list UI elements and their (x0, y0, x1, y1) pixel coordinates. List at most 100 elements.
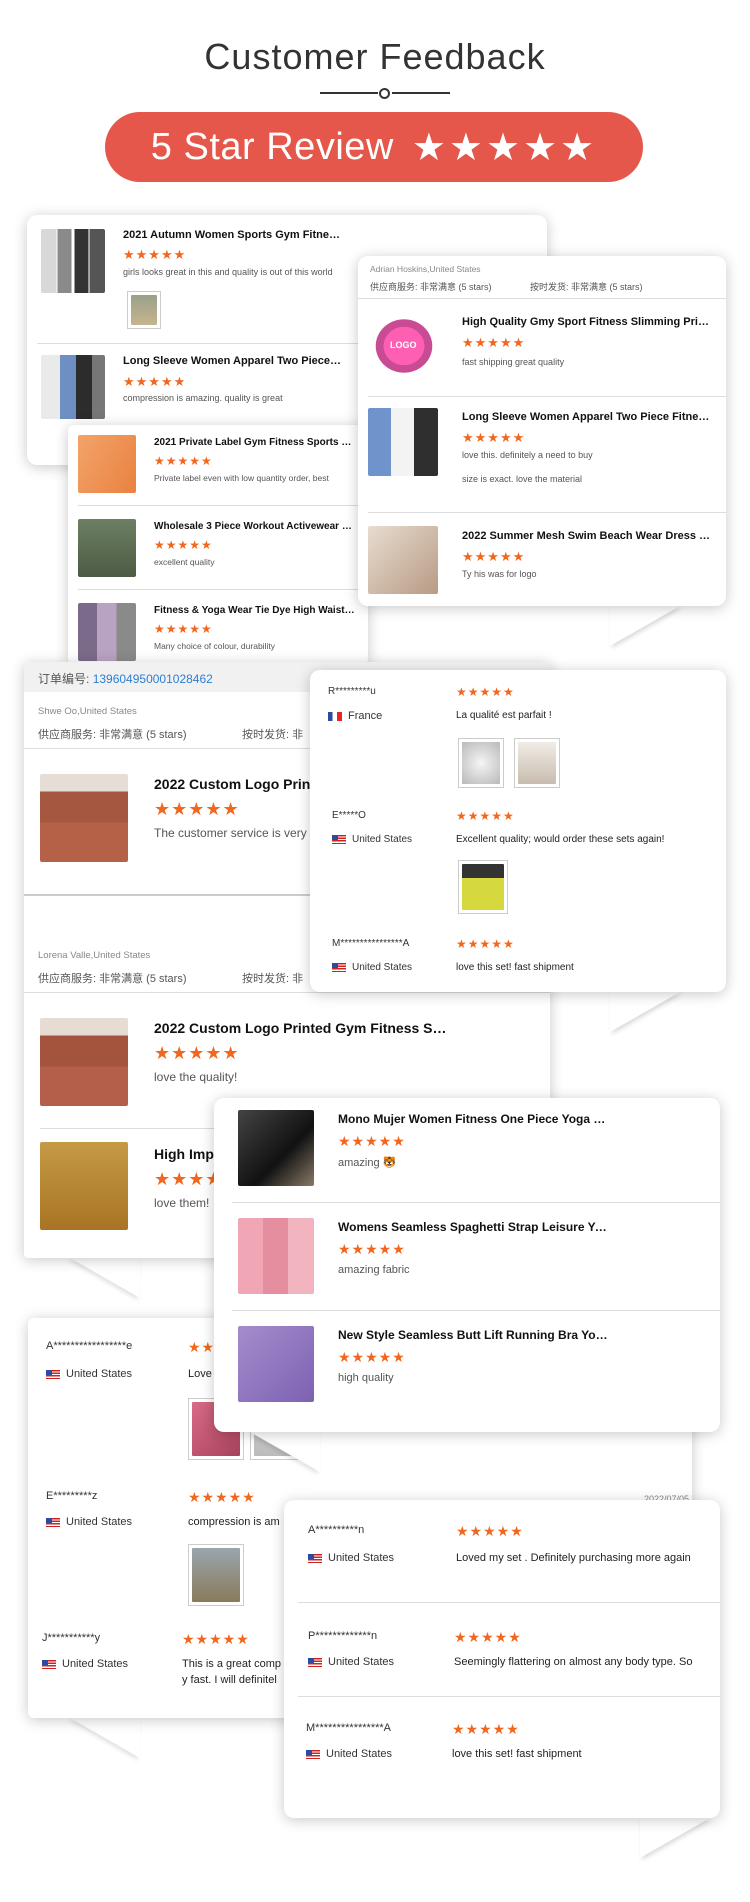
five-star-banner: 5 Star Review ★★★★★ (105, 112, 643, 182)
country-label: United States (62, 1658, 129, 1670)
product-title[interactable]: Mono Mujer Women Fitness One Piece Yoga … (338, 1112, 608, 1126)
speech-tail (250, 1432, 320, 1472)
us-flag-icon (308, 1553, 322, 1563)
review-text: Love (188, 1368, 212, 1380)
reviewer-name: E*********z (46, 1490, 98, 1502)
reviewer-country: United States (332, 834, 412, 845)
review-text: love the quality! (154, 1070, 238, 1084)
rating-stars: ★★★★★ (123, 247, 187, 262)
reviewer-name: A*****************e (46, 1340, 133, 1352)
reviewer-country: United States (306, 1748, 392, 1760)
us-flag-icon (332, 835, 346, 844)
product-title[interactable]: High Impa (154, 1146, 222, 1162)
banner-stars: ★★★★★ (411, 126, 598, 169)
product-thumbnail (238, 1326, 314, 1402)
reviewer-country: United States (46, 1516, 132, 1528)
product-title[interactable]: Long Sleeve Women Apparel Two Piece Fitn… (123, 355, 343, 367)
product-thumbnail (40, 1018, 128, 1106)
reviewer-name: M****************A (332, 938, 410, 949)
review-text: love this set! fast shipment (452, 1748, 582, 1760)
page: Customer Feedback 5 Star Review ★★★★★ 20… (0, 0, 750, 1902)
order-number: 订单编号: 139604950001028462 (38, 670, 213, 687)
review-text: love them! (154, 1196, 210, 1210)
review-text: love this. definitely a need to buy (462, 450, 593, 460)
review-photo[interactable] (514, 738, 560, 788)
ontime-shipping-rating: 按时发货: 非 (242, 729, 304, 741)
reviewer-name: E*****O (332, 810, 366, 821)
product-thumbnail (78, 603, 136, 661)
review-text: excellent quality (154, 557, 215, 567)
divider (358, 298, 726, 299)
us-flag-icon (46, 1517, 60, 1527)
product-title[interactable]: New Style Seamless Butt Lift Running Bra… (338, 1328, 608, 1342)
product-title[interactable]: 2021 Private Label Gym Fitness Sports Wo… (154, 437, 359, 448)
reviewer-name: A**********n (308, 1524, 365, 1536)
reviewer-country: United States (46, 1368, 132, 1380)
speech-tail (640, 1818, 710, 1858)
product-thumbnail (40, 1142, 128, 1230)
rating-stars: ★★★★★ (462, 549, 526, 564)
reviewer-country: United States (42, 1658, 128, 1670)
product-title[interactable]: High Quality Gmy Sport Fitness Slimming … (462, 316, 712, 328)
speech-tail (70, 1258, 140, 1298)
france-flag-icon (328, 711, 342, 721)
product-title[interactable]: 2021 Autumn Women Sports Gym Fitness Lon… (123, 229, 343, 241)
divider (298, 1602, 720, 1603)
rating-stars: ★★★★★ (188, 1489, 256, 1505)
reviewer-country: United States (332, 962, 412, 973)
reviewer-country: United States (308, 1552, 394, 1564)
us-flag-icon (332, 963, 346, 972)
review-text: The customer service is very (154, 826, 307, 840)
rating-stars: ★★★★★ (154, 538, 213, 552)
reviewer-country: France (328, 710, 382, 722)
product-title[interactable]: Long Sleeve Women Apparel Two Piece Fitn… (462, 411, 712, 423)
review-card-6: Mono Mujer Women Fitness One Piece Yoga … (214, 1098, 720, 1432)
product-title[interactable]: Womens Seamless Spaghetti Strap Leisure … (338, 1220, 608, 1234)
review-card-8: A**********n United States ★★★★★ Loved m… (284, 1500, 720, 1818)
product-thumbnail (368, 526, 438, 594)
rating-stars: ★★★★★ (462, 430, 526, 445)
rating-stars: ★★★★★ (338, 1349, 406, 1365)
review-text: Loved my set . Definitely purchasing mor… (456, 1552, 691, 1564)
product-title[interactable]: 2022 Custom Logo Printed Gym Fitness Sol… (154, 1020, 454, 1036)
ontime-shipping-rating: 按时发货: 非 (242, 973, 304, 985)
product-thumbnail (41, 229, 105, 293)
review-text: high quality (338, 1372, 394, 1384)
divider (24, 992, 550, 993)
review-photo[interactable] (127, 291, 161, 329)
product-title[interactable]: 2022 Summer Mesh Swim Beach Wear Dress B… (462, 530, 712, 542)
country-label: United States (66, 1368, 133, 1380)
reviewer-name: P*************n (308, 1630, 378, 1642)
rating-stars: ★★★★★ (154, 454, 213, 468)
speech-tail (610, 606, 680, 646)
review-text: fast shipping great quality (462, 357, 565, 367)
review-photo[interactable] (458, 860, 508, 914)
us-flag-icon (46, 1369, 60, 1379)
review-text: La qualité est parfait ! (456, 710, 552, 721)
speech-tail (610, 992, 680, 1032)
product-thumbnail (238, 1110, 314, 1186)
country-label: United States (66, 1516, 133, 1528)
rating-stars: ★★★★★ (338, 1133, 406, 1149)
reviewer-name: R*********u (328, 686, 376, 697)
divider (368, 396, 726, 397)
country-label: France (348, 710, 383, 722)
rating-stars: ★★★★★ (456, 1523, 524, 1539)
review-photo[interactable] (188, 1544, 244, 1606)
review-text-2: y fast. I will definitel (182, 1674, 277, 1686)
review-text: love this set! fast shipment (456, 962, 574, 973)
supplier-service-rating: 供应商服务: 非常满意 (5 stars) (370, 282, 492, 292)
order-link[interactable]: 139604950001028462 (93, 672, 213, 686)
rating-stars: ★★★★★ (154, 622, 213, 636)
rating-stars: ★★★★★ (462, 335, 526, 350)
divider (232, 1310, 720, 1311)
review-card-3: 2021 Private Label Gym Fitness Sports Wo… (68, 425, 368, 665)
supplier-service-rating: 供应商服务: 非常满意 (5 stars) (38, 729, 187, 741)
review-photo[interactable] (458, 738, 504, 788)
ontime-shipping-rating: 按时发货: 非常满意 (5 stars) (530, 282, 643, 292)
product-title[interactable]: Fitness & Yoga Wear Tie Dye High Waisted… (154, 605, 359, 616)
rating-stars: ★★★★★ (456, 685, 515, 699)
review-text: Ty his was for logo (462, 569, 537, 579)
product-title[interactable]: Wholesale 3 Piece Workout Activewear Wom… (154, 521, 359, 532)
review-text: Many choice of colour, durability (154, 641, 275, 651)
